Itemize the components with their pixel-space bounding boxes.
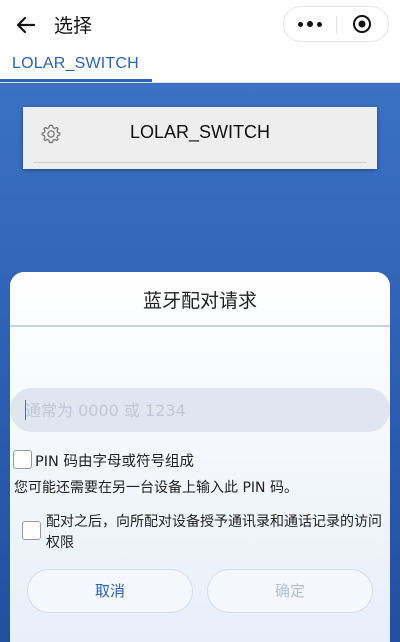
device-list-item[interactable]: LOLAR_SWITCH (23, 107, 377, 169)
confirm-button[interactable]: 确定 (207, 569, 373, 613)
contacts-access-checkbox-label[interactable]: 配对之后，向所配对设备授予通讯录和通话记录的访问权限 (46, 512, 382, 554)
more-options-icon[interactable] (284, 7, 336, 41)
contacts-access-checkbox[interactable] (22, 521, 41, 540)
active-tab-indicator (0, 79, 152, 82)
capsule-divider (336, 16, 337, 34)
text-cursor (25, 400, 26, 420)
bluetooth-pairing-dialog: 蓝牙配对请求 PIN 码由字母或符号组成 您可能还需要在另一台设备上输入此 PI… (10, 272, 390, 642)
dialog-title-divider (10, 325, 390, 327)
device-item-divider (33, 162, 367, 163)
dialog-title: 蓝牙配对请求 (142, 290, 257, 312)
pin-hint-text: 您可能还需要在另一台设备上输入此 PIN 码。 (14, 480, 298, 496)
close-miniprogram-icon[interactable] (352, 14, 372, 34)
back-arrow-icon[interactable] (14, 13, 38, 37)
cancel-button[interactable]: 取消 (27, 569, 193, 613)
device-name: LOLAR_SWITCH (129, 122, 271, 142)
pin-alpha-checkbox-label[interactable]: PIN 码由字母或符号组成 (35, 450, 194, 471)
pin-input[interactable] (10, 388, 390, 432)
tab-bar: LOLAR_SWITCH (0, 50, 400, 83)
tab-lolar-switch[interactable]: LOLAR_SWITCH (12, 55, 139, 73)
navigation-bar: 选择 (0, 0, 400, 50)
pin-alpha-checkbox[interactable] (13, 450, 32, 469)
menu-capsule (283, 6, 389, 42)
page-title: 选择 (54, 15, 93, 37)
